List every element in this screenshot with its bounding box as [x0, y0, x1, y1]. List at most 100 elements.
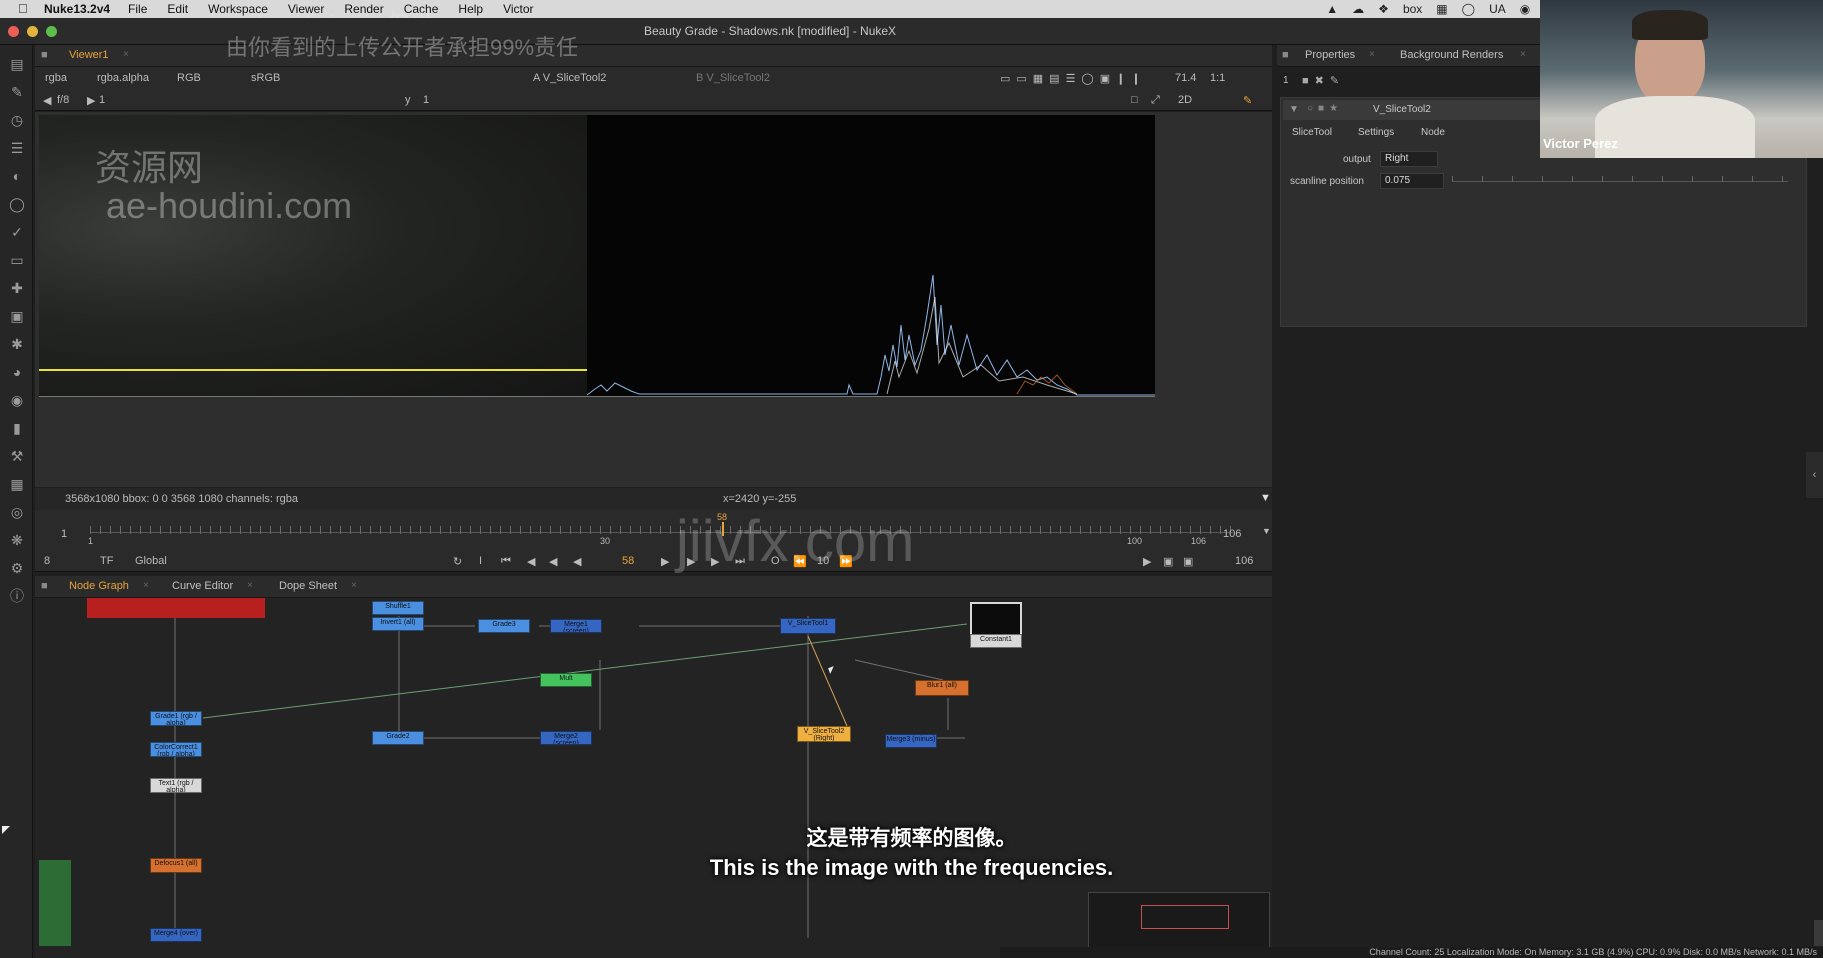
tab-viewer1[interactable]: Viewer1 [69, 49, 109, 61]
info-icon[interactable]: ⓘ [8, 587, 26, 605]
menu-edit[interactable]: Edit [167, 2, 188, 16]
keyer-nodes-icon[interactable]: ✓ [8, 223, 26, 241]
transform-nodes-icon[interactable]: ✚ [8, 279, 26, 297]
gizmo-icon[interactable]: ⤢ [1151, 94, 1160, 107]
node-merge1[interactable]: Merge1 (screen) [550, 619, 602, 633]
metadata-nodes-icon[interactable]: ▮ [8, 419, 26, 437]
current-frame-field[interactable]: 58 [622, 555, 634, 567]
ocula-nodes-icon[interactable]: ❋ [8, 531, 26, 549]
close-tab-icon[interactable]: × [143, 580, 149, 591]
node-text1[interactable]: Text1 (rgb / alpha) [150, 778, 202, 793]
fstop-value[interactable]: f/8 [57, 94, 69, 106]
flipbook-icon[interactable]: ▶ [1143, 555, 1151, 568]
node-constant1[interactable]: Constant1 [970, 634, 1022, 648]
image-nodes-icon[interactable]: ▤ [8, 55, 26, 73]
node-merge4[interactable]: Merge4 (over) [150, 928, 202, 942]
node-graph-canvas[interactable]: Shuffle1 Invert1 (all) Grade3 Merge1 (sc… [35, 598, 1272, 958]
dropbox-icon[interactable]: ❖ [1378, 2, 1389, 16]
channel-nodes-icon[interactable]: ☰ [8, 139, 26, 157]
lut-dropdown[interactable]: sRGB [251, 72, 280, 84]
frame-step-arrow-icon[interactable]: ▶ [87, 94, 95, 107]
node-v-slicetool2[interactable]: V_SliceTool2 (Right) [797, 726, 851, 742]
alpha-dropdown[interactable]: rgba.alpha [97, 72, 149, 84]
merge-nodes-icon[interactable]: ▭ [8, 251, 26, 269]
prev-keyframe-icon[interactable]: ◀ [527, 555, 535, 568]
node-mult[interactable]: Mult [540, 673, 592, 687]
minimize-window-button[interactable] [27, 26, 38, 37]
tab-properties[interactable]: Properties [1305, 49, 1355, 61]
viewer-icons[interactable]: ▭▭▦▤☰◯▣❙❙ [1000, 72, 1147, 85]
node-merge2[interactable]: Merge2 (screen) [540, 731, 592, 745]
output-dropdown[interactable]: Right [1380, 151, 1438, 167]
gain-value[interactable]: 71.4 [1175, 72, 1196, 84]
draw-nodes-icon[interactable]: ✎ [8, 83, 26, 101]
close-tab-icon[interactable]: × [247, 580, 253, 591]
global-dropdown[interactable]: Global [135, 555, 167, 567]
input-source[interactable]: UA [1489, 2, 1506, 16]
node-blur1[interactable]: Blur1 (all) [915, 680, 969, 696]
expand-triangle-icon[interactable]: ▼ [1260, 492, 1271, 504]
node-v-slicetool1[interactable]: V_SliceTool1 [780, 618, 836, 634]
scanline-input[interactable]: 0.075 [1380, 173, 1444, 189]
wifi-icon[interactable]: ◉ [1520, 2, 1530, 16]
menu-file[interactable]: File [128, 2, 147, 16]
tray-icon[interactable]: ▲ [1326, 2, 1338, 16]
node-grade2[interactable]: Grade2 [372, 731, 424, 745]
play-backward-icon[interactable]: ◀ [573, 555, 581, 568]
time-nodes-icon[interactable]: ◷ [8, 111, 26, 129]
clock-icon[interactable]: ◯ [1462, 2, 1475, 16]
step-back-icon[interactable]: ◀ [549, 555, 557, 568]
apple-icon[interactable]:  [18, 2, 32, 16]
tab-curve-editor[interactable]: Curve Editor [172, 580, 233, 592]
backdrop-node[interactable] [87, 598, 265, 618]
subtab-settings[interactable]: Settings [1358, 127, 1394, 138]
node-name-field[interactable]: V_SliceTool2 [1373, 104, 1431, 115]
scanline-indicator[interactable] [39, 369, 587, 371]
filter-nodes-icon[interactable]: ◯ [8, 195, 26, 213]
panel-grip-icon[interactable]: ■ [41, 580, 48, 592]
tray-icon[interactable]: ▦ [1436, 2, 1447, 16]
toolsets-icon[interactable]: ⚒ [8, 447, 26, 465]
node-header-icons[interactable]: ○■★ [1307, 103, 1343, 114]
frame-step-value[interactable]: 1 [99, 94, 105, 106]
rgb-display-dropdown[interactable]: RGB [177, 72, 201, 84]
close-tab-icon[interactable]: × [351, 580, 357, 591]
tray-icon[interactable]: ☁ [1352, 2, 1364, 16]
fstop-arrow-icon[interactable]: ◀ [43, 94, 51, 107]
panel-grip-icon[interactable]: ■ [41, 49, 48, 61]
node-colorcorrect1[interactable]: ColorCorrect1 (rgb / alpha) [150, 742, 202, 757]
zoom-dropdown[interactable]: 1:1 [1210, 72, 1225, 84]
node-shuffle1[interactable]: Shuffle1 [372, 601, 424, 615]
play-forward-icon[interactable]: ▶ [661, 555, 669, 568]
timeline-end[interactable]: 106 [1223, 528, 1241, 540]
view-mode-dropdown[interactable]: 2D [1178, 94, 1192, 106]
zoom-window-button[interactable] [46, 26, 57, 37]
subtab-slicetool[interactable]: SliceTool [1292, 127, 1332, 138]
deep-nodes-icon[interactable]: ◕ [8, 363, 26, 381]
lock-icon[interactable]: ▣ [1183, 555, 1193, 568]
views-nodes-icon[interactable]: ◉ [8, 391, 26, 409]
scrollbar[interactable] [1814, 920, 1823, 946]
panel-grip-icon[interactable]: ■ [1282, 49, 1289, 61]
render-icon[interactable]: ▣ [1163, 555, 1173, 568]
first-frame-icon[interactable]: ⏮ [501, 555, 511, 568]
tab-node-graph[interactable]: Node Graph [69, 580, 129, 592]
3d-nodes-icon[interactable]: ▣ [8, 307, 26, 325]
timeline-start[interactable]: 1 [61, 528, 67, 540]
fps-field[interactable]: 8 [44, 555, 50, 567]
menu-help[interactable]: Help [458, 2, 483, 16]
node-invert1[interactable]: Invert1 (all) [372, 617, 424, 631]
furnace-nodes-icon[interactable]: ◎ [8, 503, 26, 521]
node-constant1-thumb[interactable] [970, 602, 1022, 636]
y-value[interactable]: 1 [423, 94, 429, 106]
channels-dropdown[interactable]: rgba [45, 72, 67, 84]
gizmos-icon[interactable]: ⚙ [8, 559, 26, 577]
input-b-dropdown[interactable]: B V_SliceTool2 [696, 72, 770, 84]
collapse-side-panel-icon[interactable]: ‹ [1806, 452, 1823, 498]
node-grade3[interactable]: Grade3 [478, 619, 530, 633]
timeline[interactable]: 1 1 30 58 100 106 106 ▼ [35, 510, 1272, 550]
roi-icon[interactable]: □ [1131, 94, 1138, 106]
node-merge3[interactable]: Merge3 (minus) [885, 734, 937, 748]
tab-dope-sheet[interactable]: Dope Sheet [279, 580, 337, 592]
end-frame-field[interactable]: 106 [1235, 555, 1253, 567]
